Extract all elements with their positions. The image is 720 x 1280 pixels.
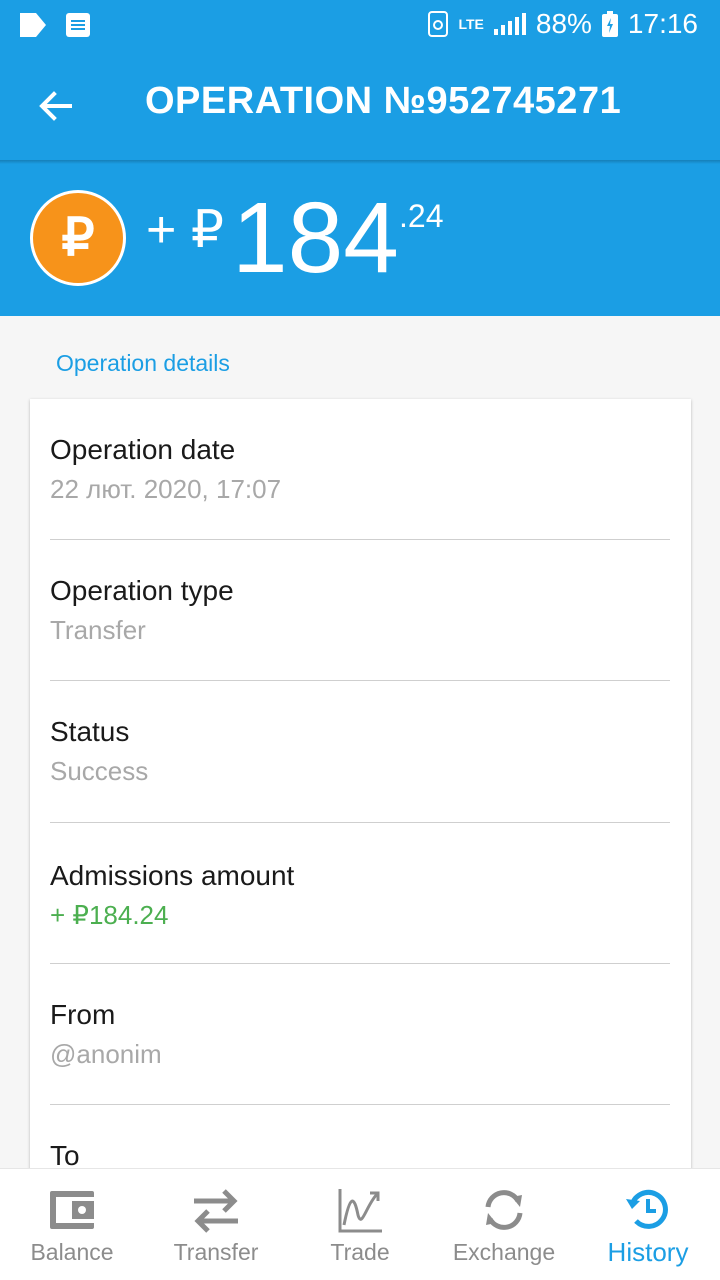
signal-icon [493,13,526,35]
detail-label: Status [50,716,130,747]
nav-transfer[interactable]: Transfer [144,1169,288,1280]
detail-label: Admissions amount [50,860,295,891]
detail-label: Operation type [50,575,234,606]
detail-label: From [50,999,116,1030]
detail-row-type: Operation type Transfer [50,575,670,646]
nav-label: History [607,1237,689,1267]
transfer-arrows-icon [194,1189,238,1233]
detail-row-amount: Admissions amount + ₽184.24 [50,860,670,931]
sync-icon [428,11,449,37]
nav-history[interactable]: History [576,1169,720,1280]
detail-value: + ₽184.24 [50,900,169,930]
divider [50,822,670,823]
nav-label: Trade [330,1239,390,1265]
history-clock-icon [626,1189,668,1229]
chart-icon [338,1189,382,1233]
nav-trade[interactable]: Trade [288,1169,432,1280]
details-card: Operation date 22 лют. 2020, 17:07 Opera… [30,399,691,1280]
detail-value: @anonim [50,1039,162,1069]
amount-cents: .24 [399,198,444,234]
battery-icon [601,11,618,37]
page-title: OPERATION №952745271 [145,80,622,122]
app-bar: OPERATION №952745271 [0,52,720,160]
bottom-nav: Balance Transfer Trade Exchange History [0,1168,720,1280]
refresh-icon [485,1190,523,1230]
nav-label: Exchange [452,1239,556,1265]
divider [50,680,670,681]
battery-percent: 88% [535,8,592,39]
detail-row-status: Status Success [50,716,670,787]
detail-row-from: From @anonim [50,999,670,1070]
nav-exchange[interactable]: Exchange [432,1169,576,1280]
amount-main: 184 [232,182,399,294]
detail-label: Operation date [50,434,236,465]
detail-row-date: Operation date 22 лют. 2020, 17:07 [50,434,670,505]
detail-value: 22 лют. 2020, 17:07 [50,474,282,504]
nav-label: Transfer [173,1239,259,1265]
amount-sign: + ₽ [146,201,224,259]
detail-value: Transfer [50,615,146,645]
status-bar: LTE 88% 17:16 [0,0,720,52]
nav-balance[interactable]: Balance [0,1169,144,1280]
network-type: LTE [458,16,484,32]
clock: 17:16 [627,8,698,39]
notification-doc-icon [66,13,90,37]
divider [50,539,670,540]
nav-label: Balance [30,1239,114,1265]
notification-tag-icon [20,13,46,37]
back-arrow-icon[interactable] [34,84,78,128]
section-label: Operation details [56,350,230,376]
ruble-coin-icon: ₽ [30,190,126,286]
divider [50,963,670,964]
wallet-icon [50,1191,94,1229]
detail-value: Success [50,756,149,786]
amount-header: ₽ + ₽ 184 .24 [0,164,720,316]
amount-currency: ₽ [190,201,224,259]
divider [50,1104,670,1105]
